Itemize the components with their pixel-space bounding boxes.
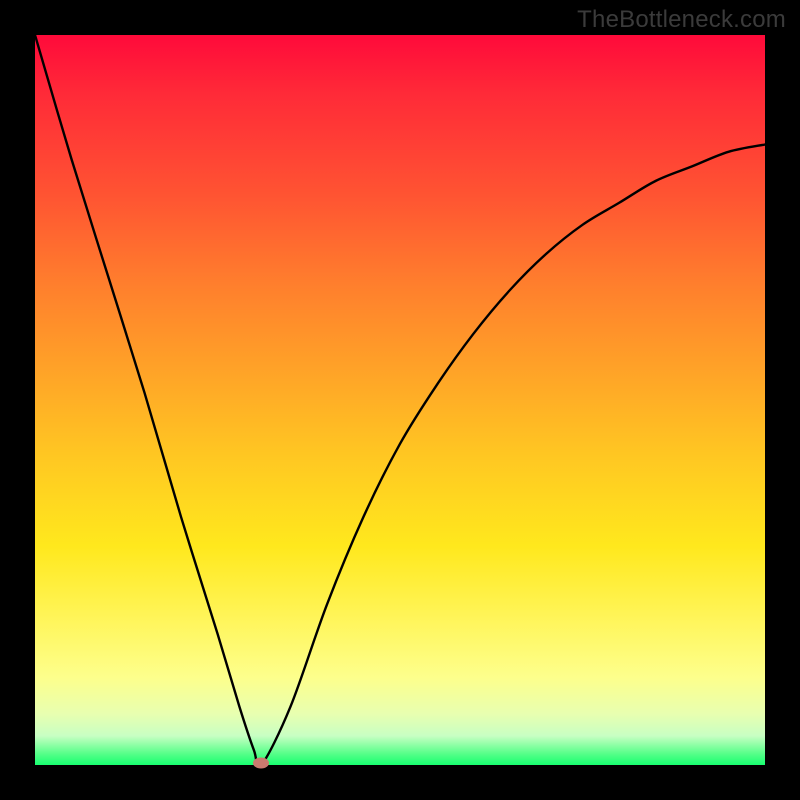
chart-frame: TheBottleneck.com [0,0,800,800]
watermark-text: TheBottleneck.com [577,6,786,34]
minimum-marker [253,758,269,769]
bottleneck-curve [35,35,765,765]
plot-area [35,35,765,765]
